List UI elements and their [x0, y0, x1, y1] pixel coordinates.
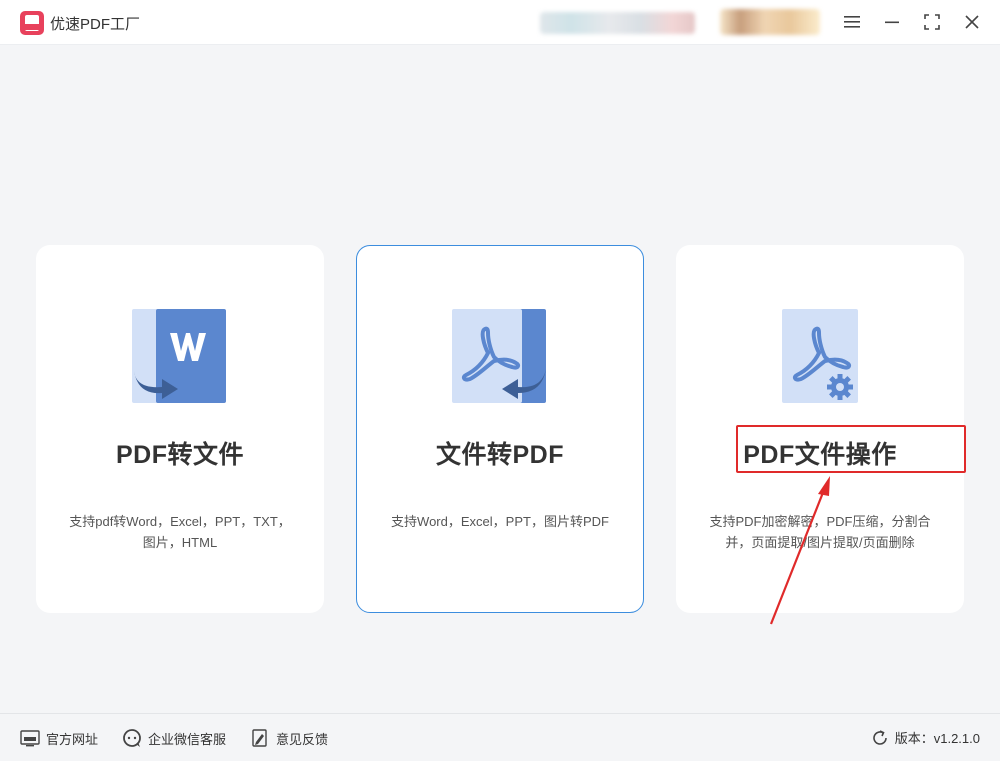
official-website-link[interactable]: 官方网址 — [20, 728, 98, 748]
minimize-button[interactable] — [878, 8, 906, 36]
customer-service-icon — [122, 728, 142, 748]
close-button[interactable] — [958, 8, 986, 36]
feedback-label: 意见反馈 — [276, 731, 329, 747]
blurred-user-info — [540, 12, 695, 34]
card-description: 支持pdf转Word，Excel，PPT，TXT， 图片，HTML — [69, 514, 291, 550]
pdf-settings-icon — [782, 309, 878, 405]
title-bar: 优速PDF工厂 — [0, 0, 1000, 45]
feedback-icon — [250, 728, 270, 748]
card-description: 支持PDF加密解密，PDF压缩，分割合 并，页面提取/图片提取/页面删除 — [709, 514, 931, 550]
version-info[interactable]: 版本：v1.2.1.0 — [871, 728, 980, 747]
close-icon — [965, 15, 979, 29]
pdf-convert-icon — [452, 309, 548, 405]
word-convert-icon — [132, 309, 228, 405]
official-website-label: 官方网址 — [46, 731, 99, 747]
annotation-highlight-box — [736, 425, 966, 473]
minimize-icon — [885, 21, 899, 24]
app-logo-icon — [20, 11, 44, 35]
maximize-button[interactable] — [918, 8, 946, 36]
footer-bar: 官方网址 企业微信客服 意见反馈 版本：v1.2.1.0 — [0, 713, 1000, 761]
wechat-service-label: 企业微信客服 — [148, 731, 227, 747]
app-title: 优速PDF工厂 — [50, 16, 141, 33]
maximize-icon — [924, 14, 940, 30]
blurred-avatar — [720, 9, 820, 35]
feedback-link[interactable]: 意见反馈 — [250, 728, 328, 748]
refresh-icon — [871, 729, 889, 747]
version-label: 版本：v1.2.1.0 — [894, 731, 980, 746]
card-title: 文件转PDF — [435, 441, 564, 469]
website-icon — [20, 728, 40, 748]
card-pdf-to-file[interactable]: PDF转文件 支持pdf转Word，Excel，PPT，TXT， 图片，HTML — [36, 245, 324, 613]
card-title: PDF转文件 — [115, 441, 244, 469]
card-file-to-pdf[interactable]: 文件转PDF 支持Word，Excel，PPT，图片转PDF — [356, 245, 644, 613]
menu-icon — [844, 16, 860, 28]
menu-button[interactable] — [838, 8, 866, 36]
card-description: 支持Word，Excel，PPT，图片转PDF — [391, 514, 609, 529]
wechat-service-link[interactable]: 企业微信客服 — [122, 728, 226, 748]
